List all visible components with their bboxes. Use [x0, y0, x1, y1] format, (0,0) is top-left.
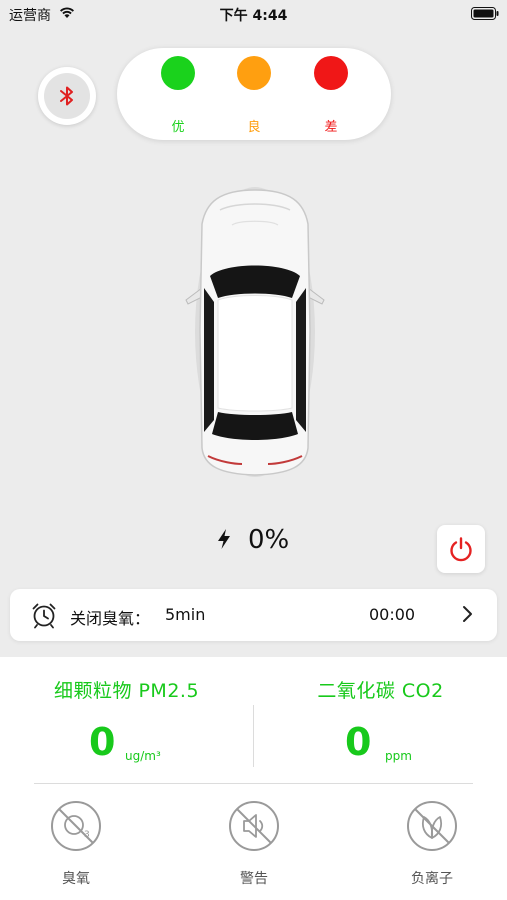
aq-item-good: 优 [148, 48, 208, 140]
co2-unit: ppm [385, 749, 412, 763]
aq-label-poor: 差 [324, 120, 338, 135]
warning-toggle-label: 警告 [240, 871, 268, 887]
lightning-icon [218, 529, 230, 549]
status-time: 下午 4:44 [219, 8, 288, 24]
ozone-timer-row[interactable]: 关闭臭氧： 5min 00:00 [10, 589, 497, 641]
leaf-off-icon [407, 801, 457, 851]
battery-percentage: 0% [248, 525, 290, 555]
timer-countdown: 00:00 [369, 605, 416, 624]
anion-toggle-label: 负离子 [411, 871, 453, 887]
status-bar: 运营商 下午 4:44 [0, 0, 507, 28]
aq-label-good: 优 [171, 120, 185, 135]
aq-dot-good [161, 56, 195, 90]
battery-icon [471, 7, 499, 20]
section-divider [34, 783, 473, 784]
alarm-clock-icon [32, 603, 56, 629]
chevron-right-icon [463, 606, 472, 622]
pm25-title: 细颗粒物 PM2.5 [53, 680, 200, 702]
ozone-off-icon: 3 [51, 801, 101, 851]
pm25-value: 0 [89, 720, 116, 764]
power-icon [450, 537, 472, 562]
anion-toggle[interactable]: 负离子 [387, 800, 477, 888]
ozone-toggle[interactable]: 3 臭氧 [31, 800, 121, 888]
timer-duration: 5min [165, 605, 206, 624]
pm25-sensor: 细颗粒物 PM2.5 [0, 676, 253, 703]
sensor-divider [253, 705, 254, 767]
power-button[interactable] [437, 525, 485, 573]
co2-sensor: 二氧化碳 CO2 [254, 676, 507, 703]
aq-dot-poor [314, 56, 348, 90]
aq-label-moderate: 良 [247, 120, 261, 135]
bluetooth-button-inner [44, 73, 90, 119]
bluetooth-button[interactable] [38, 67, 96, 125]
timer-label: 关闭臭氧： [70, 609, 151, 628]
co2-value: 0 [345, 720, 372, 764]
aq-item-poor: 差 [301, 48, 361, 140]
air-quality-legend: 优 良 差 [117, 48, 391, 140]
aq-item-moderate: 良 [224, 48, 284, 140]
aq-dot-moderate [237, 56, 271, 90]
pm25-unit: ug/m³ [125, 749, 161, 763]
warning-toggle[interactable]: 警告 [209, 800, 299, 888]
car-image [185, 187, 325, 477]
co2-title: 二氧化碳 CO2 [317, 680, 444, 702]
speaker-off-icon [229, 801, 279, 851]
bluetooth-icon [60, 86, 73, 106]
ozone-toggle-label: 臭氧 [62, 871, 90, 887]
